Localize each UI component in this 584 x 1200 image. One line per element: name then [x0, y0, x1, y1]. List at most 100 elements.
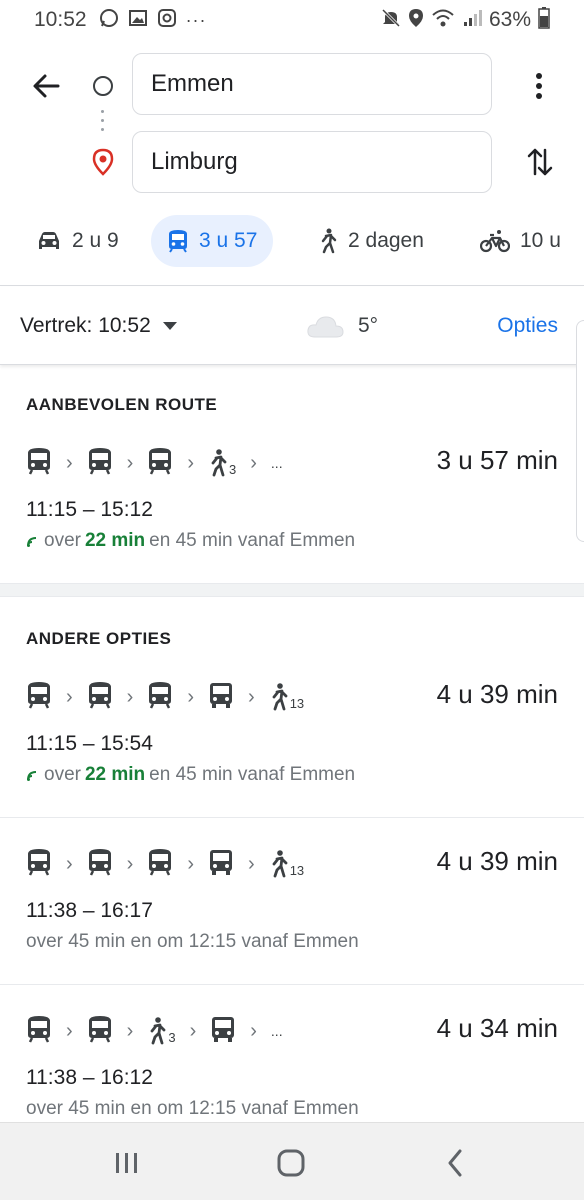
chevron-right-icon: ›: [66, 852, 73, 875]
train-icon: [26, 447, 52, 480]
bus-icon: [208, 681, 234, 714]
status-suffix: en 45 min vanaf Emmen: [149, 530, 356, 551]
walk-step: 13: [269, 850, 304, 878]
temperature: 5°: [358, 313, 379, 337]
walk-icon: [272, 850, 288, 878]
chevron-right-icon: ›: [126, 685, 134, 708]
mode-bike-label: 10 u: [520, 229, 561, 252]
route-steps: › › 3 › › ...: [26, 1009, 283, 1053]
chevron-right-icon: ›: [126, 852, 134, 875]
swap-vert-icon: [527, 148, 553, 176]
bus-icon: [210, 1015, 236, 1048]
walk-icon: [272, 683, 288, 711]
status-highlight: 22 min: [84, 530, 146, 551]
mode-walk[interactable]: 2 dagen: [318, 215, 424, 267]
origin-circle-icon: [93, 76, 113, 96]
route-divider: [0, 984, 584, 985]
status-time: 10:52: [34, 8, 87, 31]
live-signal-icon: [27, 537, 37, 547]
bike-icon: [480, 230, 510, 253]
options-bar: Vertrek: 10:52 5° Opties: [0, 287, 584, 365]
route-option[interactable]: › › › › 13 4 u 39 min 11:15 – 15:54 over…: [0, 675, 584, 813]
whatsapp-icon: [99, 8, 119, 33]
route-option[interactable]: › › 3 › › ... 4 u 34 min 11:38 – 16:12 o…: [0, 1009, 584, 1124]
route-duration: 3 u 57 min: [436, 445, 558, 475]
more-vert-icon: [536, 73, 542, 99]
walk-step: 13: [269, 683, 304, 711]
destination-input[interactable]: Limburg: [132, 131, 492, 193]
arrow-back-icon: [33, 74, 60, 98]
chevron-right-icon: ›: [248, 852, 255, 875]
walk-minutes: 13: [289, 863, 305, 878]
train-icon: [87, 681, 113, 714]
train-icon: [26, 1015, 52, 1048]
train-icon: [87, 1015, 113, 1048]
route-option[interactable]: › › › 3 › ... 3 u 57 min 11:15 – 15:12 o…: [0, 441, 584, 579]
back-chevron-icon: [448, 1149, 462, 1177]
other-options-section-title: ANDERE OPTIES: [26, 629, 172, 648]
back-nav-button[interactable]: [435, 1143, 475, 1183]
status-highlight: 22 min: [84, 764, 146, 785]
chevron-right-icon: ›: [66, 451, 73, 474]
walk-icon: [150, 1017, 166, 1045]
status-suffix: en 45 min vanaf Emmen: [149, 764, 356, 785]
more-options-button[interactable]: [523, 64, 555, 108]
live-signal-icon: [27, 771, 37, 781]
chevron-right-icon: ›: [250, 451, 257, 474]
departure-time-selector[interactable]: Vertrek: 10:52: [20, 314, 177, 338]
recommended-section-title: AANBEVOLEN ROUTE: [26, 395, 218, 414]
chevron-right-icon: ›: [189, 1019, 197, 1042]
chevron-right-icon: ›: [66, 685, 73, 708]
train-icon: [147, 848, 173, 881]
cloud-icon: [307, 315, 344, 337]
more-steps-ellipsis: ...: [270, 455, 283, 471]
status-prefix: over: [44, 530, 81, 551]
train-icon: [147, 681, 173, 714]
walk-icon: [211, 449, 227, 477]
status-prefix: over: [44, 764, 81, 785]
route-times: 11:15 – 15:54: [26, 732, 153, 755]
train-icon: [87, 848, 113, 881]
options-button[interactable]: Opties: [497, 314, 558, 338]
more-notifications-icon: ···: [185, 9, 207, 30]
chevron-right-icon: ›: [126, 1019, 134, 1042]
route-schedule-status: over 45 min en om 12:15 vanaf Emmen: [26, 931, 359, 952]
battery-icon: [538, 6, 550, 34]
route-option[interactable]: › › › › 13 4 u 39 min 11:38 – 16:17 over…: [0, 842, 584, 980]
chevron-right-icon: ›: [187, 451, 195, 474]
recent-apps-button[interactable]: [107, 1143, 147, 1183]
more-steps-ellipsis: ...: [270, 1023, 283, 1039]
travel-modes: 2 u 9 3 u 57 2 dagen 10 u: [0, 215, 584, 267]
signal-icon: [462, 8, 482, 33]
route-duration: 4 u 39 min: [436, 679, 558, 709]
swap-button[interactable]: [520, 140, 560, 184]
battery-percent: 63%: [488, 8, 531, 31]
chevron-right-icon: ›: [126, 451, 134, 474]
train-icon: [87, 447, 113, 480]
gallery-icon: [128, 8, 148, 33]
home-icon: [277, 1149, 305, 1177]
location-icon: [408, 8, 424, 33]
weather-info: 5°: [306, 314, 378, 338]
walk-minutes: 3: [229, 462, 237, 477]
chevron-right-icon: ›: [187, 852, 195, 875]
chevron-right-icon: ›: [248, 685, 255, 708]
mode-bike[interactable]: 10 u: [480, 215, 561, 267]
route-duration: 4 u 34 min: [436, 1013, 558, 1043]
route-schedule-status: over 45 min en om 12:15 vanaf Emmen: [26, 1098, 359, 1119]
route-realtime-status: over 22 min en 45 min vanaf Emmen: [26, 764, 355, 786]
dropdown-arrow-icon: [162, 321, 177, 330]
origin-input[interactable]: Emmen: [132, 53, 492, 115]
chevron-right-icon: ›: [250, 1019, 257, 1042]
mode-transit[interactable]: 3 u 57: [151, 215, 274, 267]
back-button[interactable]: [26, 66, 66, 106]
mode-car[interactable]: 2 u 9: [36, 215, 119, 267]
route-times: 11:15 – 15:12: [26, 498, 153, 521]
mode-walk-label: 2 dagen: [348, 229, 424, 252]
train-icon: [26, 848, 52, 881]
mode-transit-label: 3 u 57: [199, 229, 258, 252]
train-icon: [26, 681, 52, 714]
home-button[interactable]: [271, 1143, 311, 1183]
route-steps: › › › 3 › ...: [26, 441, 283, 485]
route-steps: › › › › 13: [26, 842, 304, 886]
